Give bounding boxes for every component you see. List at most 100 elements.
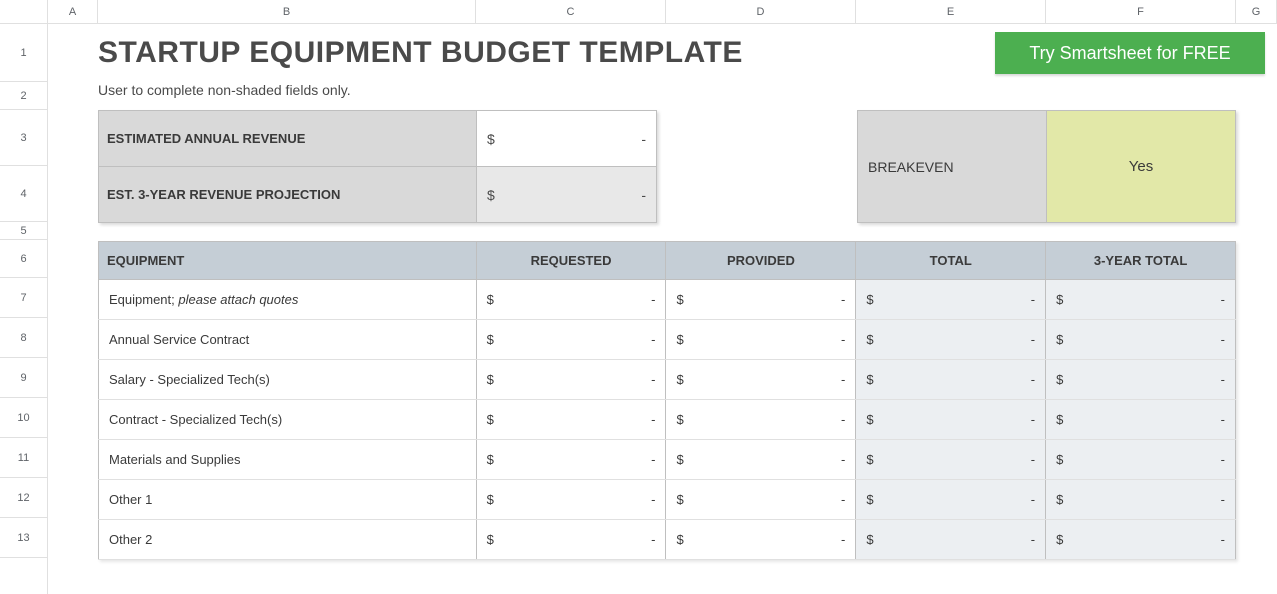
provided-cell[interactable]: $- <box>666 480 856 520</box>
equipment-name-cell[interactable]: Salary - Specialized Tech(s) <box>99 360 477 400</box>
currency-symbol: $ <box>1056 372 1063 387</box>
row-header[interactable]: 6 <box>0 240 47 278</box>
currency-symbol: $ <box>487 532 494 547</box>
three-year-total-cell: $- <box>1046 360 1236 400</box>
col-header-c[interactable]: C <box>476 0 666 23</box>
requested-cell[interactable]: $- <box>476 320 666 360</box>
amount-value: - <box>651 332 655 347</box>
total-cell: $- <box>856 520 1046 560</box>
row-header[interactable]: 2 <box>0 82 47 110</box>
currency-symbol: $ <box>676 292 683 307</box>
provided-header[interactable]: PROVIDED <box>666 242 856 280</box>
amount-value: - <box>1031 412 1035 427</box>
currency-symbol: $ <box>487 332 494 347</box>
three-year-total-cell: $- <box>1046 520 1236 560</box>
column-header-row: A B C D E F G <box>48 0 1277 24</box>
equipment-name: Other 1 <box>109 492 152 507</box>
provided-cell[interactable]: $- <box>666 440 856 480</box>
requested-cell[interactable]: $- <box>476 520 666 560</box>
equipment-name-cell[interactable]: Other 1 <box>99 480 477 520</box>
equipment-name-cell[interactable]: Annual Service Contract <box>99 320 477 360</box>
requested-cell[interactable]: $- <box>476 280 666 320</box>
amount-value: - <box>651 372 655 387</box>
amount-value: - <box>841 412 845 427</box>
provided-cell[interactable]: $- <box>666 400 856 440</box>
row-header[interactable]: 11 <box>0 438 47 478</box>
total-cell: $- <box>856 320 1046 360</box>
total-cell: $- <box>856 280 1046 320</box>
col-header-d[interactable]: D <box>666 0 856 23</box>
amount-value: - <box>651 492 655 507</box>
estimates-table: ESTIMATED ANNUAL REVENUE $ - EST. 3-YEAR… <box>98 110 657 223</box>
amount-value: - <box>1221 532 1225 547</box>
table-row: Annual Service Contract$-$-$-$- <box>99 320 1236 360</box>
currency-symbol: $ <box>487 412 494 427</box>
requested-cell[interactable]: $- <box>476 480 666 520</box>
currency-symbol: $ <box>1056 532 1063 547</box>
row-header[interactable]: 10 <box>0 398 47 438</box>
estimate-row[interactable]: ESTIMATED ANNUAL REVENUE $ - <box>99 111 657 167</box>
three-year-total-cell: $- <box>1046 280 1236 320</box>
corner-cell <box>0 0 47 24</box>
row-header[interactable]: 13 <box>0 518 47 558</box>
equipment-name: Other 2 <box>109 532 152 547</box>
amount-value: - <box>1031 372 1035 387</box>
equipment-name: Salary - Specialized Tech(s) <box>109 372 270 387</box>
col-header-g[interactable]: G <box>1236 0 1277 23</box>
breakeven-table: BREAKEVEN Yes <box>857 110 1236 223</box>
row-header[interactable]: 8 <box>0 318 47 358</box>
row-header[interactable]: 1 <box>0 24 47 82</box>
col-header-b[interactable]: B <box>98 0 476 23</box>
amount-value: - <box>841 292 845 307</box>
requested-cell[interactable]: $- <box>476 360 666 400</box>
amount-value: - <box>651 532 655 547</box>
currency-symbol: $ <box>487 187 495 203</box>
amount-value: - <box>1221 452 1225 467</box>
requested-cell[interactable]: $- <box>476 400 666 440</box>
estimate-label: EST. 3-YEAR REVENUE PROJECTION <box>99 167 477 223</box>
sheet-main: A B C D E F G STARTUP EQUIPMENT BUDGET T… <box>48 0 1277 594</box>
equipment-name: Annual Service Contract <box>109 332 249 347</box>
amount-value: - <box>651 452 655 467</box>
amount-value: - <box>841 332 845 347</box>
col-header-a[interactable]: A <box>48 0 98 23</box>
equipment-name-cell[interactable]: Materials and Supplies <box>99 440 477 480</box>
equipment-table: EQUIPMENT REQUESTED PROVIDED TOTAL 3-YEA… <box>98 241 1236 560</box>
equipment-name-cell[interactable]: Other 2 <box>99 520 477 560</box>
row-header[interactable]: 4 <box>0 166 47 222</box>
estimate-row[interactable]: EST. 3-YEAR REVENUE PROJECTION $ - <box>99 167 657 223</box>
table-row: Salary - Specialized Tech(s)$-$-$-$- <box>99 360 1236 400</box>
three-year-total-cell: $- <box>1046 440 1236 480</box>
row-header[interactable]: 12 <box>0 478 47 518</box>
equipment-name: Materials and Supplies <box>109 452 241 467</box>
equipment-name-cell[interactable]: Contract - Specialized Tech(s) <box>99 400 477 440</box>
provided-cell[interactable]: $- <box>666 280 856 320</box>
amount-value: - <box>841 452 845 467</box>
col-header-f[interactable]: F <box>1046 0 1236 23</box>
provided-cell[interactable]: $- <box>666 320 856 360</box>
col-header-e[interactable]: E <box>856 0 1046 23</box>
provided-cell[interactable]: $- <box>666 520 856 560</box>
currency-symbol: $ <box>866 292 873 307</box>
currency-symbol: $ <box>1056 452 1063 467</box>
row-header[interactable]: 3 <box>0 110 47 166</box>
equipment-name: Contract - Specialized Tech(s) <box>109 412 282 427</box>
equipment-name-cell[interactable]: Equipment; please attach quotes <box>99 280 477 320</box>
try-smartsheet-button[interactable]: Try Smartsheet for FREE <box>995 32 1265 74</box>
row-header[interactable]: 7 <box>0 278 47 318</box>
currency-symbol: $ <box>487 292 494 307</box>
provided-cell[interactable]: $- <box>666 360 856 400</box>
requested-cell[interactable]: $- <box>476 440 666 480</box>
table-row: Materials and Supplies$-$-$-$- <box>99 440 1236 480</box>
row-header[interactable]: 9 <box>0 358 47 398</box>
currency-symbol: $ <box>866 372 873 387</box>
estimate-value-cell[interactable]: $ - <box>477 111 657 167</box>
equipment-header[interactable]: EQUIPMENT <box>99 242 477 280</box>
row-header[interactable]: 5 <box>0 222 47 240</box>
estimate-value: - <box>641 131 646 147</box>
total-header[interactable]: TOTAL <box>856 242 1046 280</box>
three-year-total-header[interactable]: 3-YEAR TOTAL <box>1046 242 1236 280</box>
currency-symbol: $ <box>676 332 683 347</box>
requested-header[interactable]: REQUESTED <box>476 242 666 280</box>
currency-symbol: $ <box>676 492 683 507</box>
